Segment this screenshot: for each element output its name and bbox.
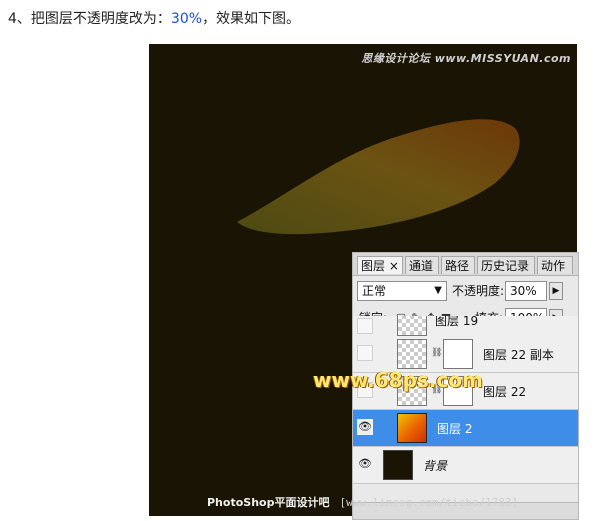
link-icon: ⛓ <box>431 348 443 358</box>
layer-thumbnail <box>383 450 413 480</box>
layer-name: 图层 2 <box>437 422 473 436</box>
blend-mode-select[interactable]: 正常 ▼ <box>357 281 447 301</box>
layer-thumbnail <box>397 339 427 369</box>
instruction-prefix: 4、把图层不透明度改为： <box>8 11 171 27</box>
instruction-text: 4、把图层不透明度改为：30%，效果如下图。 <box>8 8 300 28</box>
opacity-label: 不透明度: <box>452 284 505 298</box>
visibility-toggle[interactable] <box>357 318 373 334</box>
layer-name: 背景 <box>423 459 448 473</box>
eye-icon[interactable]: 👁 <box>357 456 373 472</box>
layer-name: 图层 22 <box>483 385 527 399</box>
eye-icon[interactable]: 👁 <box>357 419 373 435</box>
blend-mode-value: 正常 <box>362 284 387 298</box>
watermark-bottom: PhotoShop平面设计吧 [www.lineeg.com/tieba/1783… <box>207 494 518 510</box>
layer-thumbnail <box>397 413 427 443</box>
chevron-down-icon: ▼ <box>434 285 442 296</box>
layer-row-2[interactable]: 👁 图层 2 <box>353 410 578 447</box>
layer-row-background[interactable]: 👁 背景 <box>353 447 578 484</box>
instruction-suffix: ，效果如下图。 <box>202 11 301 27</box>
watermark-bottom-site: [www.lineeg.com/tieba/1783] <box>339 496 519 509</box>
layer-name: 图层 22 副本 <box>483 348 554 362</box>
visibility-toggle[interactable] <box>357 345 373 361</box>
layer-mask-thumbnail[interactable] <box>443 339 473 369</box>
watermark-bottom-label: PhotoShop平面设计吧 <box>207 496 330 509</box>
blend-opacity-row: 正常 ▼ 不透明度: 30% ▶ <box>353 279 578 303</box>
layer-row-19[interactable]: 图层 19 <box>353 316 578 337</box>
tab-actions[interactable]: 动作 <box>537 256 573 274</box>
opacity-slider-button[interactable]: ▶ <box>549 282 563 300</box>
instruction-value: 30% <box>170 11 203 27</box>
layer-thumbnail <box>397 316 427 336</box>
tab-layers[interactable]: 图层 × <box>357 256 403 274</box>
layer-name: 图层 19 <box>435 316 479 328</box>
panel-tabs: 图层 × 通道 路径 历史记录 动作 <box>353 253 578 276</box>
tab-history[interactable]: 历史记录 <box>477 256 535 274</box>
watermark-mid: www.68ps.com <box>313 368 483 392</box>
opacity-input[interactable]: 30% <box>505 281 547 301</box>
tab-paths[interactable]: 路径 <box>441 256 475 274</box>
tab-channels[interactable]: 通道 <box>405 256 439 274</box>
